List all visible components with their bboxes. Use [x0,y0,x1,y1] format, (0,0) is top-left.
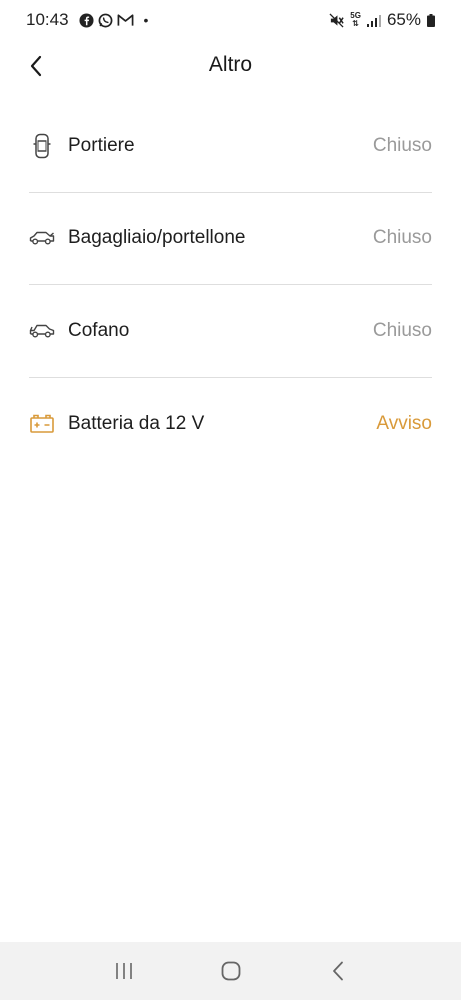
notification-icons [79,12,134,28]
status-dot: • [143,12,149,28]
battery-percent: 65% [386,10,421,29]
facebook-icon [79,12,94,28]
signal-icon [366,14,381,27]
recent-apps-button[interactable] [104,951,144,991]
mute-icon [329,12,344,28]
status-bar: 10:43 • 5G ⇅ 65% [0,0,461,40]
status-time: 10:43 [26,10,69,29]
status-list: Portiere Chiuso Bagagliaio/portellone Ch… [29,100,432,470]
home-icon [221,961,240,981]
home-button[interactable] [211,951,251,991]
whatsapp-icon [98,13,112,27]
status-value: Chiuso [372,227,432,249]
battery-icon [29,411,55,437]
list-item-batteria[interactable]: Batteria da 12 V Avviso [29,378,432,471]
nav-back-button[interactable] [318,951,358,991]
recent-apps-icon [115,963,132,979]
list-item-cofano[interactable]: Cofano Chiuso [29,285,432,378]
list-item-label: Cofano [68,319,130,341]
back-arrow-icon [332,961,343,981]
page-title: Altro [208,53,253,76]
list-item-portiere[interactable]: Portiere Chiuso [29,100,432,193]
warning-value: Avviso [376,412,432,434]
car-top-view-icon [29,133,55,159]
network-indicator: 5G ⇅ [350,12,361,28]
car-hood-icon [29,318,55,344]
list-item-bagagliaio[interactable]: Bagagliaio/portellone Chiuso [29,193,432,285]
system-nav-bar [0,942,461,1000]
list-item-label: Bagagliaio/portellone [68,227,246,249]
list-item-label: Batteria da 12 V [68,412,205,434]
car-trunk-icon [29,225,55,251]
data-arrows-icon: ⇅ [352,19,359,28]
battery-status-icon [427,13,435,27]
status-left: 10:43 • [26,10,148,30]
status-value: Chiuso [372,134,432,156]
list-item-label: Portiere [68,134,135,156]
status-value: Chiuso [372,319,432,341]
header: Altro [0,45,461,89]
gmail-icon [117,14,133,26]
status-right: 5G ⇅ 65% [329,10,435,30]
